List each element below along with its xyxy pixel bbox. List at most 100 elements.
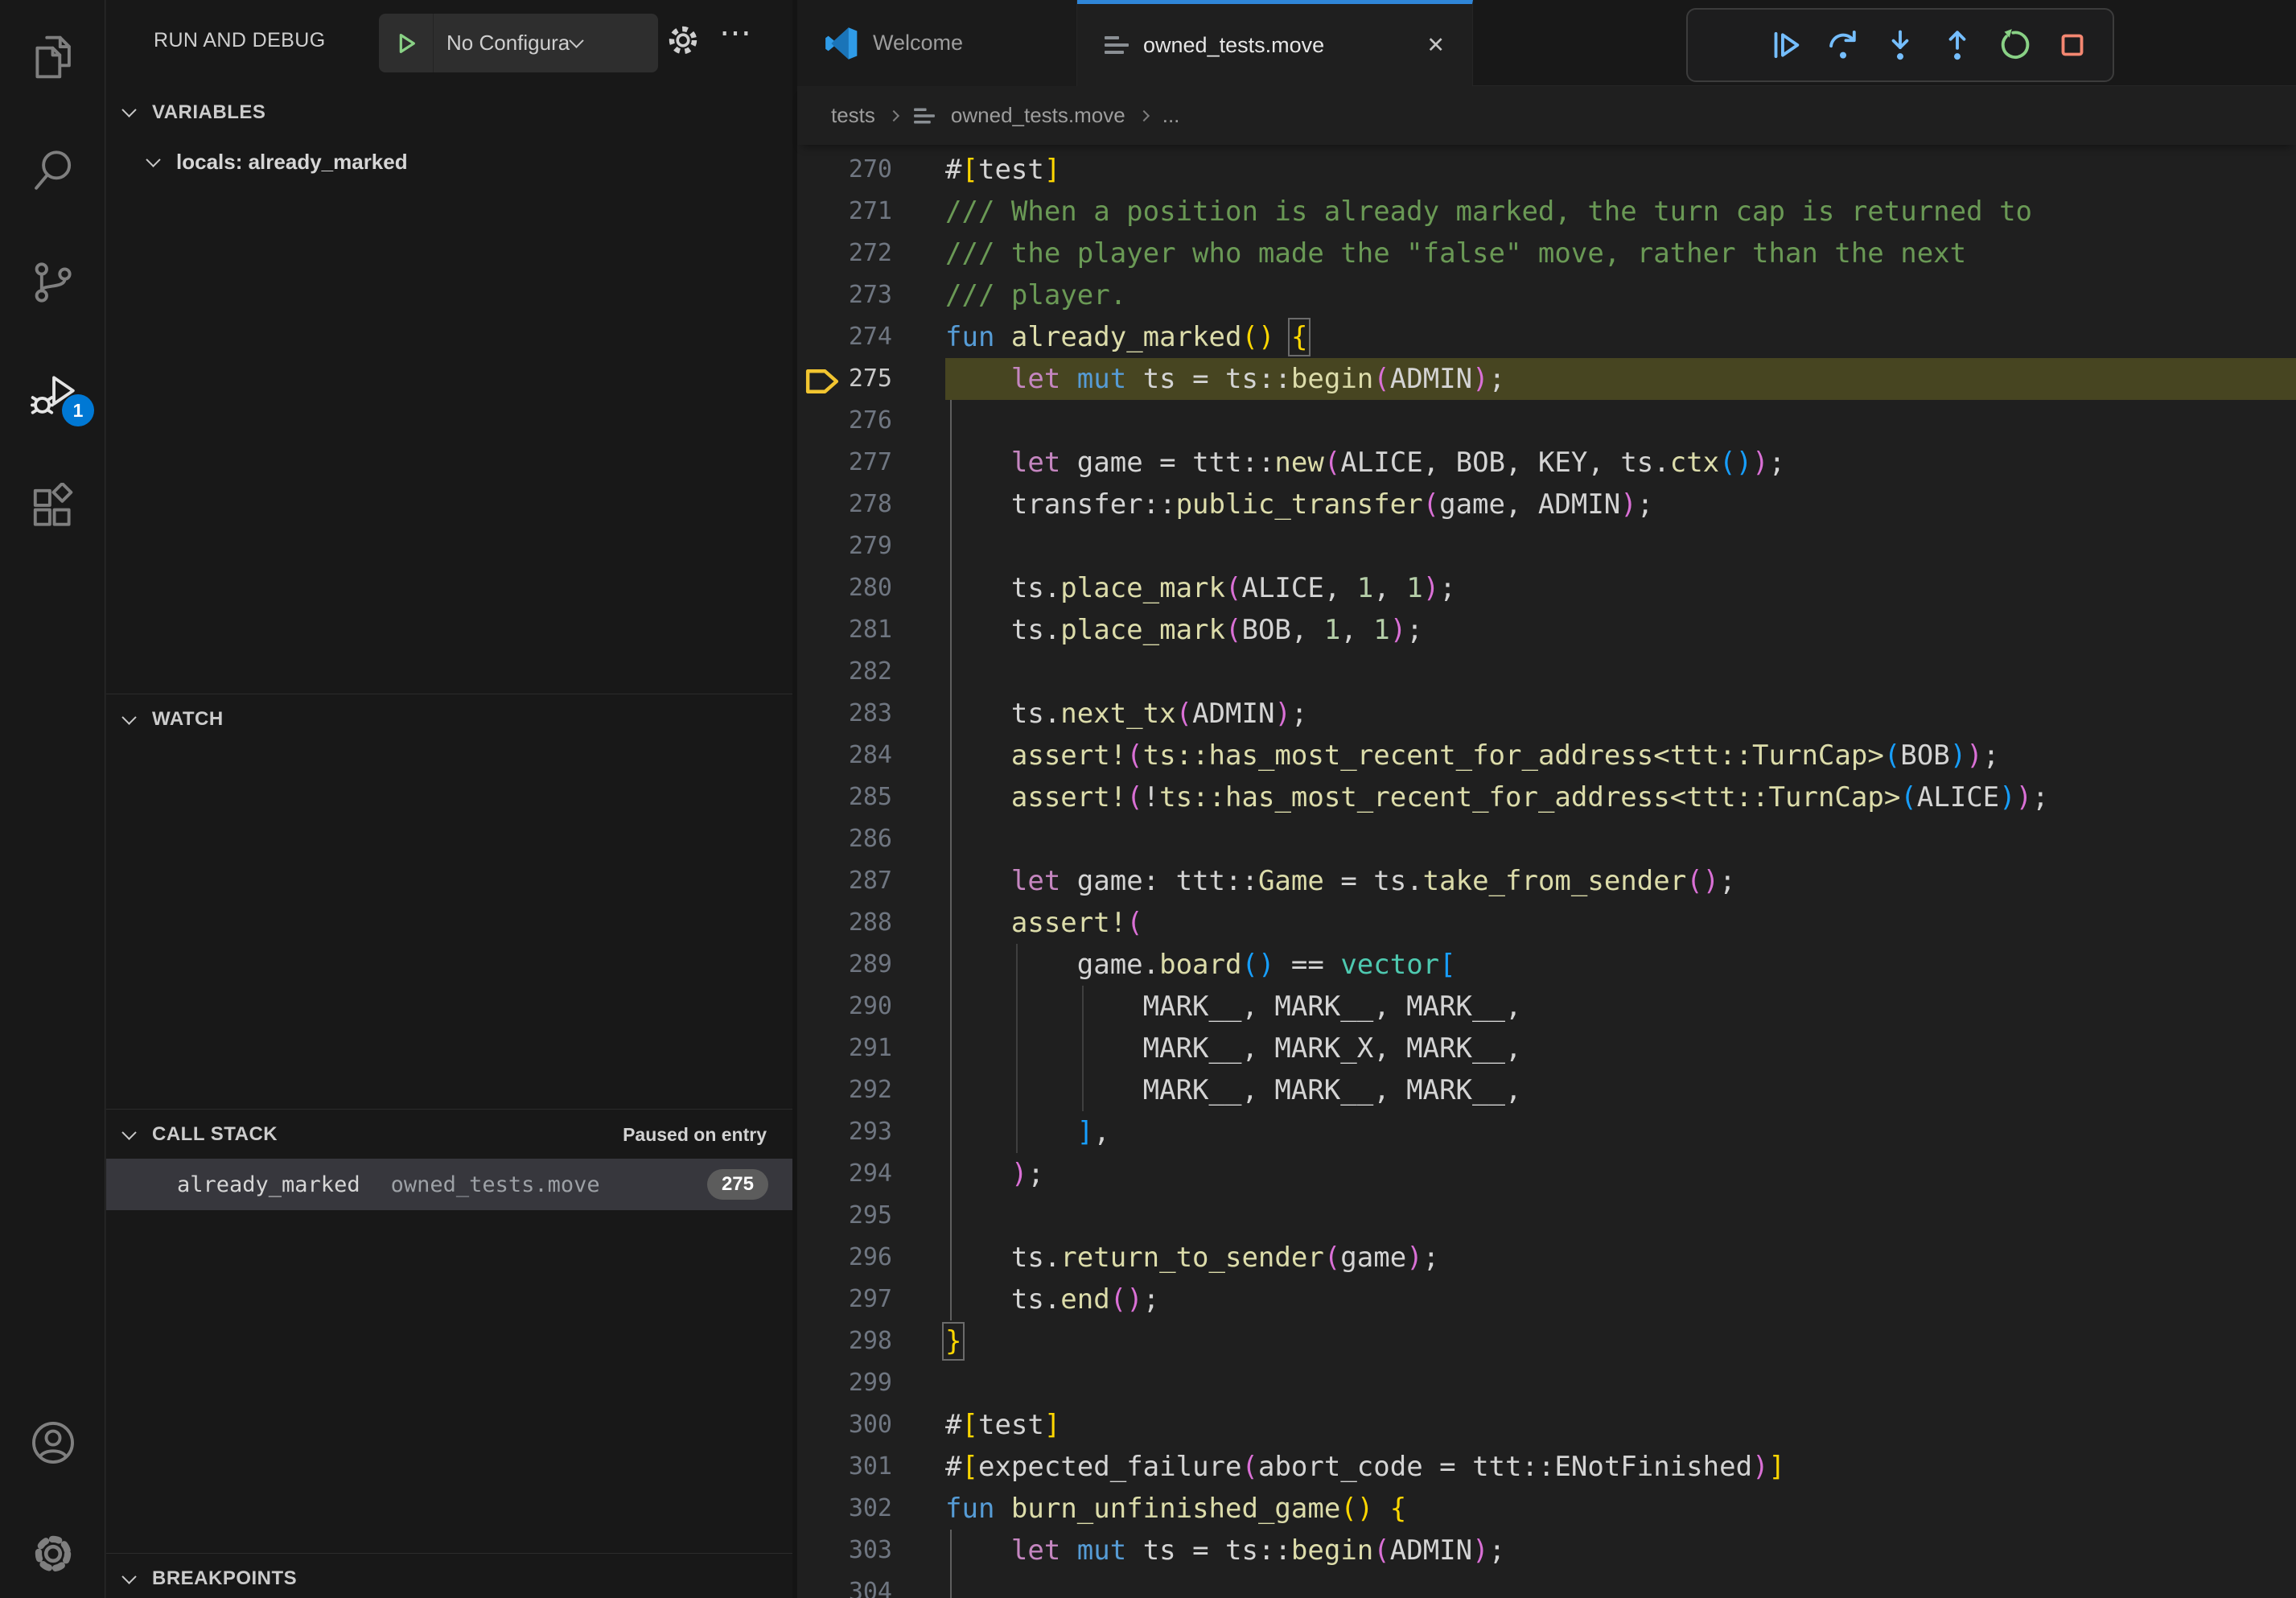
line-number[interactable]: 303 bbox=[797, 1530, 892, 1571]
call-stack-frame-row[interactable]: already_marked owned_tests.move 275 bbox=[106, 1159, 792, 1210]
code-line-275[interactable]: 275 let mut ts = ts::begin(ADMIN); bbox=[797, 358, 2296, 400]
line-number[interactable]: 286 bbox=[797, 818, 892, 860]
line-number[interactable]: 304 bbox=[797, 1571, 892, 1598]
line-number[interactable]: 274 bbox=[797, 316, 892, 358]
code-line-300[interactable]: 300#[test] bbox=[797, 1404, 2296, 1446]
line-number[interactable]: 297 bbox=[797, 1279, 892, 1320]
start-debug-icon[interactable] bbox=[379, 14, 434, 72]
line-number[interactable]: 270 bbox=[797, 149, 892, 191]
run-and-debug-icon[interactable]: 1 bbox=[0, 351, 105, 439]
debug-configuration-dropdown[interactable]: No Configura bbox=[379, 14, 658, 72]
code-line-283[interactable]: 283 ts.next_tx(ADMIN); bbox=[797, 693, 2296, 735]
code-line-298[interactable]: 298} bbox=[797, 1320, 2296, 1362]
toolbar-drag-handle-icon[interactable] bbox=[1707, 21, 1749, 69]
explorer-icon[interactable] bbox=[0, 13, 105, 101]
breadcrumb-symbol-ellipsis[interactable]: ... bbox=[1162, 103, 1180, 128]
tab-welcome[interactable]: Welcome bbox=[797, 0, 1077, 86]
source-control-icon[interactable] bbox=[0, 238, 105, 327]
code-line-303[interactable]: 303 let mut ts = ts::begin(ADMIN); bbox=[797, 1530, 2296, 1571]
line-number[interactable]: 287 bbox=[797, 860, 892, 902]
code-line-288[interactable]: 288 assert!( bbox=[797, 902, 2296, 944]
code-line-294[interactable]: 294 ); bbox=[797, 1153, 2296, 1195]
code-line-274[interactable]: 274fun already_marked() { bbox=[797, 316, 2296, 358]
line-number[interactable]: 301 bbox=[797, 1446, 892, 1488]
variables-section-header[interactable]: VARIABLES bbox=[106, 87, 792, 138]
code-line-304[interactable]: 304 bbox=[797, 1571, 2296, 1598]
code-line-289[interactable]: 289 game.board() == vector[ bbox=[797, 944, 2296, 986]
tab-owned-tests[interactable]: owned_tests.move ✕ bbox=[1077, 0, 1473, 86]
step-over-button[interactable] bbox=[1822, 21, 1864, 69]
line-number[interactable]: 300 bbox=[797, 1404, 892, 1446]
code-line-301[interactable]: 301#[expected_failure(abort_code = ttt::… bbox=[797, 1446, 2296, 1488]
breadcrumb-file[interactable]: owned_tests.move bbox=[951, 103, 1125, 128]
line-number[interactable]: 290 bbox=[797, 986, 892, 1028]
code-line-286[interactable]: 286 bbox=[797, 818, 2296, 860]
line-number[interactable]: 285 bbox=[797, 776, 892, 818]
line-number[interactable]: 278 bbox=[797, 484, 892, 525]
code-line-273[interactable]: 273/// player. bbox=[797, 274, 2296, 316]
line-number[interactable]: 294 bbox=[797, 1153, 892, 1195]
code-line-296[interactable]: 296 ts.return_to_sender(game); bbox=[797, 1237, 2296, 1279]
line-number[interactable]: 271 bbox=[797, 191, 892, 233]
code-line-290[interactable]: 290 MARK__, MARK__, MARK__, bbox=[797, 986, 2296, 1028]
code-line-302[interactable]: 302fun burn_unfinished_game() { bbox=[797, 1488, 2296, 1530]
code-line-279[interactable]: 279 bbox=[797, 525, 2296, 567]
step-into-button[interactable] bbox=[1879, 21, 1921, 69]
watch-section-header[interactable]: WATCH bbox=[106, 694, 792, 744]
line-number[interactable]: 276 bbox=[797, 400, 892, 442]
line-number[interactable]: 281 bbox=[797, 609, 892, 651]
line-number[interactable]: 289 bbox=[797, 944, 892, 986]
step-out-button[interactable] bbox=[1936, 21, 1978, 69]
line-number[interactable]: 280 bbox=[797, 567, 892, 609]
line-number[interactable]: 282 bbox=[797, 651, 892, 693]
line-number[interactable]: 273 bbox=[797, 274, 892, 316]
code-line-277[interactable]: 277 let game = ttt::new(ALICE, BOB, KEY,… bbox=[797, 442, 2296, 484]
locals-scope-row[interactable]: locals: already_marked bbox=[106, 137, 792, 187]
code-line-292[interactable]: 292 MARK__, MARK__, MARK__, bbox=[797, 1069, 2296, 1111]
code-line-271[interactable]: 271/// When a position is already marked… bbox=[797, 191, 2296, 233]
line-number[interactable]: 283 bbox=[797, 693, 892, 735]
line-number[interactable]: 296 bbox=[797, 1237, 892, 1279]
account-icon[interactable] bbox=[0, 1398, 105, 1487]
code-line-284[interactable]: 284 assert!(ts::has_most_recent_for_addr… bbox=[797, 735, 2296, 776]
code-line-297[interactable]: 297 ts.end(); bbox=[797, 1279, 2296, 1320]
breakpoints-section-header[interactable]: BREAKPOINTS bbox=[106, 1553, 792, 1598]
code-line-276[interactable]: 276 bbox=[797, 400, 2296, 442]
line-number[interactable]: 279 bbox=[797, 525, 892, 567]
line-number[interactable]: 284 bbox=[797, 735, 892, 776]
line-number[interactable]: 302 bbox=[797, 1488, 892, 1530]
line-number[interactable]: 298 bbox=[797, 1320, 892, 1362]
code-line-291[interactable]: 291 MARK__, MARK_X, MARK__, bbox=[797, 1028, 2296, 1069]
line-number[interactable]: 288 bbox=[797, 902, 892, 944]
code-line-278[interactable]: 278 transfer::public_transfer(game, ADMI… bbox=[797, 484, 2296, 525]
search-icon[interactable] bbox=[0, 126, 105, 214]
line-number[interactable]: 299 bbox=[797, 1362, 892, 1404]
restart-button[interactable] bbox=[1994, 21, 2036, 69]
line-number[interactable]: 291 bbox=[797, 1028, 892, 1069]
code-editor[interactable]: 270#[test]271/// When a position is alre… bbox=[797, 145, 2296, 1598]
code-line-285[interactable]: 285 assert!(!ts::has_most_recent_for_add… bbox=[797, 776, 2296, 818]
line-number[interactable]: 293 bbox=[797, 1111, 892, 1153]
line-number[interactable]: 292 bbox=[797, 1069, 892, 1111]
line-number[interactable]: 277 bbox=[797, 442, 892, 484]
code-line-280[interactable]: 280 ts.place_mark(ALICE, 1, 1); bbox=[797, 567, 2296, 609]
code-line-295[interactable]: 295 bbox=[797, 1195, 2296, 1237]
call-stack-section-header[interactable]: CALL STACK Paused on entry bbox=[106, 1109, 792, 1159]
line-number[interactable]: 272 bbox=[797, 233, 892, 274]
code-line-272[interactable]: 272/// the player who made the "false" m… bbox=[797, 233, 2296, 274]
code-line-293[interactable]: 293 ], bbox=[797, 1111, 2296, 1153]
debug-settings-gear-icon[interactable] bbox=[664, 21, 702, 60]
code-line-270[interactable]: 270#[test] bbox=[797, 149, 2296, 191]
close-icon[interactable]: ✕ bbox=[1426, 33, 1445, 58]
continue-button[interactable] bbox=[1764, 21, 1806, 69]
code-line-287[interactable]: 287 let game: ttt::Game = ts.take_from_s… bbox=[797, 860, 2296, 902]
breadcrumb-folder[interactable]: tests bbox=[831, 103, 875, 128]
line-number[interactable]: 295 bbox=[797, 1195, 892, 1237]
code-line-282[interactable]: 282 bbox=[797, 651, 2296, 693]
code-line-281[interactable]: 281 ts.place_mark(BOB, 1, 1); bbox=[797, 609, 2296, 651]
more-actions-icon[interactable]: ⋯ bbox=[719, 14, 753, 51]
stop-button[interactable] bbox=[2051, 21, 2093, 69]
extensions-icon[interactable] bbox=[0, 463, 105, 552]
code-line-299[interactable]: 299 bbox=[797, 1362, 2296, 1404]
settings-gear-icon[interactable] bbox=[0, 1509, 105, 1598]
